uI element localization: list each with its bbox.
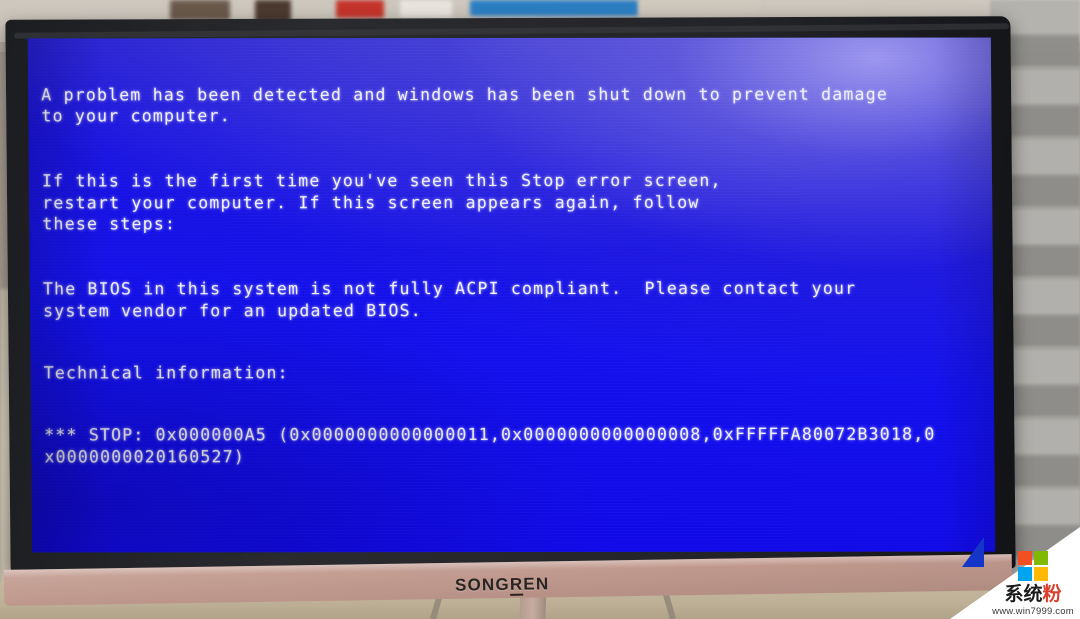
watermark-site-name-a: 系统 <box>1004 583 1043 605</box>
background-shelf-object-dark <box>170 0 230 20</box>
background-shelf-object-pale <box>640 0 760 14</box>
bsod-message: A problem has been detected and windows … <box>41 62 995 511</box>
background-shelf-object-blue <box>470 0 638 16</box>
watermark-content: 系统粉 www.win7999.com <box>990 551 1076 617</box>
monitor-screen: A problem has been detected and windows … <box>27 37 996 553</box>
site-watermark: 系统粉 www.win7999.com <box>950 527 1080 619</box>
watermark-site-name: 系统粉 <box>990 583 1076 605</box>
bsod-paragraph-first-time: If this is the first time you've seen th… <box>41 170 722 234</box>
windows-logo-icon <box>1018 551 1048 581</box>
watermark-site-name-b: 粉 <box>1042 583 1062 605</box>
background-shelf-object-white <box>400 0 452 17</box>
watermark-url: www.win7999.com <box>992 606 1074 617</box>
photo-canvas: A problem has been detected and windows … <box>0 0 1080 619</box>
monitor-brand-logo: SONGREN <box>454 574 550 596</box>
bsod-paragraph-problem: A problem has been detected and windows … <box>41 84 889 126</box>
watermark-blue-triangle <box>962 537 984 567</box>
bsod-technical-information-heading: Technical information: <box>43 362 289 383</box>
bsod-stop-line: *** STOP: 0x000000A5 (0x0000000000000011… <box>44 424 936 466</box>
bsod-paragraph-bios-acpi: The BIOS in this system is not fully ACP… <box>42 278 857 320</box>
background-shelf-object-red <box>336 0 384 18</box>
monitor: A problem has been detected and windows … <box>3 16 1018 606</box>
